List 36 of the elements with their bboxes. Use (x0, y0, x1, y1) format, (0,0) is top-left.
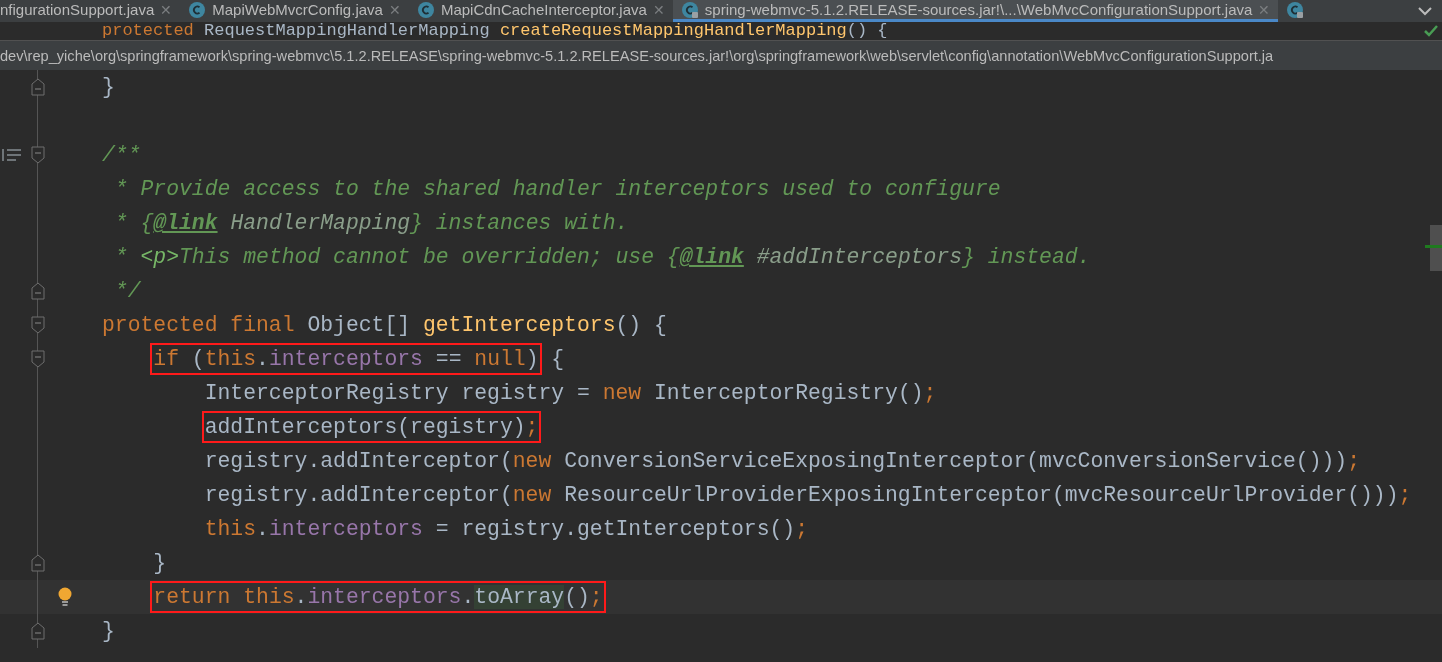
change-marker (1425, 245, 1442, 248)
code-line: * {@link HandlerMapping} instances with. (113, 210, 629, 237)
code-line: InterceptorRegistry registry = new InterceptorRegistry(); (204, 380, 937, 407)
fold-icon[interactable] (31, 350, 45, 368)
fold-icon[interactable] (31, 78, 45, 96)
code-line: */ (113, 278, 141, 305)
code-line: } (153, 550, 167, 577)
code-line: /** (102, 142, 141, 169)
code-line: } (102, 74, 115, 101)
code-line: registry.addInterceptor(new ConversionServiceExposingInterceptor(mvcConversionService())); (204, 448, 1360, 475)
class-icon (1286, 0, 1305, 19)
fold-icon[interactable] (31, 554, 45, 572)
code-line: * Provide access to the shared handler interceptors used to configure (113, 176, 1001, 203)
fold-icon[interactable] (31, 282, 45, 300)
editor-tab[interactable]: MapiCdnCacheInterceptor.java ✕ (408, 0, 673, 22)
lightbulb-icon[interactable] (58, 587, 72, 607)
fold-icon[interactable] (31, 622, 45, 640)
code-line: protected final Object[] getInterceptors() { (102, 312, 667, 339)
editor-tab[interactable]: nfigurationSupport.java ✕ (0, 0, 181, 22)
class-icon (188, 0, 207, 19)
code-line: * <p>This method cannot be overridden; use {@link #addInterceptors} instead. (113, 244, 1091, 271)
class-icon (680, 0, 699, 19)
fold-icon[interactable] (31, 316, 45, 334)
class-icon (416, 0, 435, 19)
code-line: if (this.interceptors == null) { (153, 342, 565, 376)
code-line: protected RequestMappingHandlerMapping createRequestMappingHandlerMapping() { (102, 22, 888, 40)
code-line: registry.addInterceptor(new ResourceUrlProviderExposingInterceptor(mvcResourceUrlProvider())); (204, 482, 1412, 509)
editor-tab[interactable]: spring-webmvc-5.1.2.RELEASE-sources.jar!\...\WebMvcConfigurationSupport.java ✕ (672, 0, 1279, 22)
editor-tab[interactable]: MapiWebMvcrConfig.java ✕ (180, 0, 409, 22)
code-line: } (102, 618, 115, 645)
fold-icon[interactable] (31, 146, 45, 164)
file-path: dev\rep_yiche\org\springframework\spring-webmvc\5.1.2.RELEASE\spring-webmvc-5.1.2.RELEASE-sources.jar!\org\springframework\web\servlet\config\annotation\WebMvcConfigurationSupport.ja (0, 40, 1442, 70)
scrollbar-thumb[interactable] (1430, 225, 1442, 271)
code-line: this.interceptors = registry.getInterceptors(); (204, 516, 809, 543)
reader-mode-icon[interactable] (2, 148, 24, 162)
check-icon (1424, 25, 1438, 37)
